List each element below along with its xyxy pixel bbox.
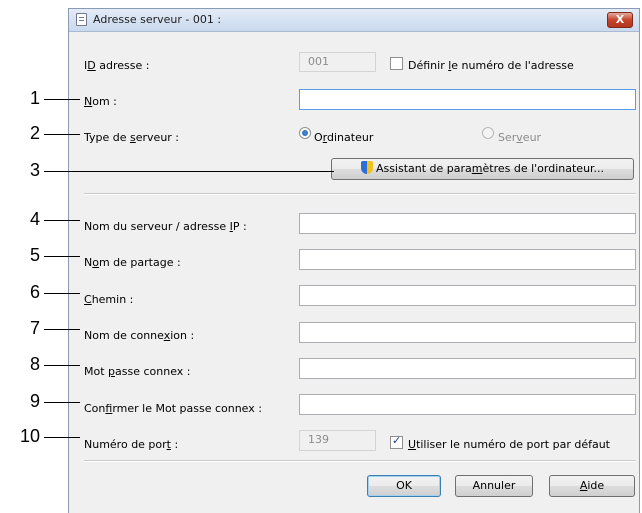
callout-line-9: [44, 402, 80, 403]
window-title: Adresse serveur - 001 :: [93, 13, 222, 26]
share-name-label: Nom de partage :: [84, 256, 181, 269]
define-address-checkbox[interactable]: [390, 57, 403, 70]
cancel-button[interactable]: Annuler: [455, 475, 533, 497]
login-name-input[interactable]: [299, 322, 636, 343]
path-label: Chemin :: [84, 293, 134, 306]
callout-line-7: [44, 329, 80, 330]
ok-button[interactable]: OK: [367, 475, 441, 497]
server-ip-label: Nom du serveur / adresse IP :: [84, 220, 247, 233]
callout-line-10: [44, 437, 80, 438]
callout-10: 10: [20, 426, 41, 446]
computer-radio-label[interactable]: Ordinateur: [314, 131, 373, 144]
callout-line-2: [44, 134, 80, 135]
server-radio-label[interactable]: Serveur: [498, 131, 541, 144]
callout-6: 6: [30, 282, 41, 302]
document-icon: [76, 13, 87, 26]
port-label: Numéro de port :: [84, 438, 179, 451]
path-input[interactable]: [299, 285, 636, 306]
callout-line-3: [44, 171, 334, 172]
shield-icon: [360, 161, 373, 174]
help-button[interactable]: Aide: [549, 475, 635, 497]
callout-line-6: [44, 293, 80, 294]
close-button[interactable]: X: [607, 12, 633, 28]
login-name-label: Nom de connexion :: [84, 329, 195, 342]
computer-settings-wizard-button[interactable]: Assistant de paramètres de l'ordinateur.…: [331, 158, 634, 180]
callout-5: 5: [30, 245, 41, 265]
server-address-dialog: Adresse serveur - 001 : X ID adresse : 0…: [68, 8, 640, 513]
define-address-label[interactable]: Définir le numéro de l'adresse: [408, 59, 574, 72]
title-bar[interactable]: Adresse serveur - 001 : X: [69, 9, 639, 32]
port-number-field: 139: [299, 430, 376, 451]
computer-radio[interactable]: [299, 127, 311, 139]
callout-1: 1: [30, 88, 41, 108]
callout-line-5: [44, 256, 80, 257]
callout-8: 8: [30, 354, 41, 374]
close-icon: X: [615, 13, 625, 26]
callout-2: 2: [30, 123, 41, 143]
callout-7: 7: [30, 318, 41, 338]
share-name-input[interactable]: [299, 249, 636, 270]
separator-top: [84, 193, 636, 195]
callout-line-4: [44, 220, 80, 221]
server-type-label: Type de serveur :: [84, 131, 180, 144]
callout-line-1: [44, 99, 80, 100]
confirm-password-label: Confirmer le Mot passe connex :: [84, 402, 262, 415]
default-port-checkbox[interactable]: [390, 434, 403, 449]
separator-bottom: [84, 460, 636, 462]
callout-line-8: [44, 365, 80, 366]
password-input[interactable]: [299, 358, 636, 379]
callout-9: 9: [30, 391, 41, 411]
callout-4: 4: [30, 209, 41, 229]
name-input[interactable]: [299, 89, 636, 110]
default-port-label[interactable]: Utiliser le numéro de port par défaut: [408, 438, 610, 451]
address-id-label: ID adresse :: [84, 59, 150, 72]
name-label: Nom :: [84, 95, 117, 108]
address-id-field: 001: [299, 52, 376, 72]
password-label: Mot passe connex :: [84, 365, 191, 378]
server-radio[interactable]: [482, 127, 494, 139]
callout-3: 3: [30, 160, 41, 180]
confirm-password-input[interactable]: [299, 394, 636, 415]
server-ip-input[interactable]: [299, 213, 636, 234]
